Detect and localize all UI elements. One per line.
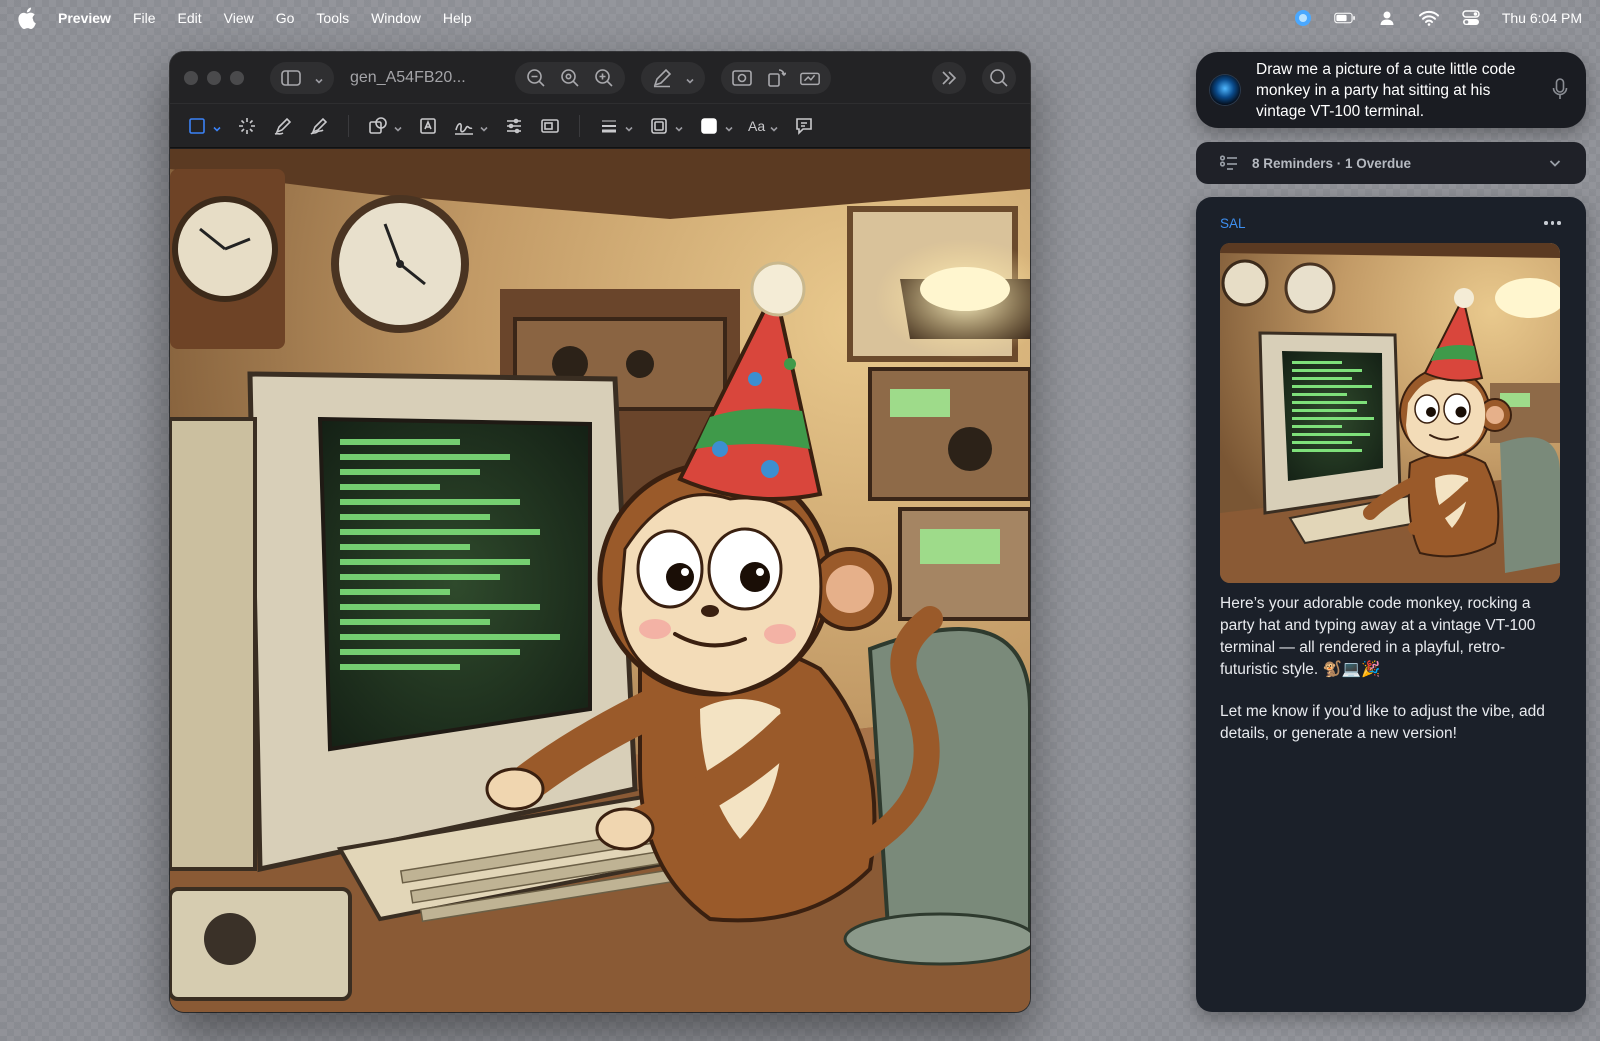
sidebar-toggle-button[interactable]	[270, 61, 334, 94]
menu-edit[interactable]: Edit	[178, 10, 202, 26]
more-options-icon[interactable]	[1544, 220, 1562, 226]
window-controls	[184, 70, 244, 85]
document-title[interactable]: gen_A54FB20...	[350, 69, 485, 87]
markup-toolbar: Aa	[170, 104, 1030, 148]
crop-image-icon[interactable]	[731, 67, 753, 89]
chevron-down-icon	[314, 73, 324, 84]
pen-markup-icon	[651, 67, 673, 89]
apple-logo-icon[interactable]	[18, 7, 40, 30]
control-center-icon[interactable]	[1460, 9, 1482, 27]
assistant-prompt-card: Draw me a picture of a cute little code …	[1196, 52, 1586, 128]
chevron-down-icon[interactable]	[769, 121, 779, 132]
sketch-tool-icon[interactable]	[272, 115, 294, 137]
assistant-prompt-text[interactable]: Draw me a picture of a cute little code …	[1256, 59, 1544, 122]
reply-paragraph: Here’s your adorable code monkey, rockin…	[1220, 595, 1536, 678]
generated-image-thumbnail[interactable]	[1220, 243, 1560, 583]
sign-icon[interactable]	[453, 115, 475, 137]
menu-help[interactable]: Help	[443, 10, 472, 26]
zoom-controls	[515, 61, 625, 94]
reminders-count: 8 Reminders · 1 Overdue	[1252, 155, 1412, 171]
shapes-icon[interactable]	[367, 115, 389, 137]
microphone-icon[interactable]	[1552, 78, 1572, 102]
chevron-down-icon[interactable]	[724, 121, 734, 132]
menu-go[interactable]: Go	[276, 10, 295, 26]
search-icon	[988, 67, 1010, 89]
menu-bar: Preview File Edit View Go Tools Window H…	[0, 0, 1600, 36]
signature-icon[interactable]	[799, 67, 821, 89]
battery-icon[interactable]	[1334, 9, 1356, 27]
double-chevron-right-icon	[938, 67, 960, 89]
assistant-reply-text: Here’s your adorable code monkey, rockin…	[1220, 593, 1562, 745]
zoom-window-button[interactable]	[230, 70, 244, 85]
draw-tool-icon[interactable]	[308, 115, 330, 137]
rotate-icon[interactable]	[765, 67, 787, 89]
adjust-size-icon[interactable]	[539, 115, 561, 137]
line-style-icon[interactable]	[598, 115, 620, 137]
close-window-button[interactable]	[184, 70, 198, 85]
window-titlebar: gen_A54FB20...	[170, 52, 1030, 104]
chevron-down-icon[interactable]	[212, 121, 222, 132]
toolbar-divider	[579, 114, 580, 137]
chevron-down-icon[interactable]	[1548, 156, 1562, 170]
fill-color-icon[interactable]	[698, 115, 720, 137]
image-tools	[721, 61, 831, 94]
assistant-orb-icon	[1210, 75, 1240, 105]
sender-name: SAL	[1220, 215, 1246, 231]
zoom-out-icon[interactable]	[525, 67, 547, 89]
chevron-down-icon[interactable]	[479, 121, 489, 132]
adjust-color-icon[interactable]	[503, 115, 525, 137]
preview-window: gen_A54FB20... Aa	[170, 52, 1030, 1012]
search-button[interactable]	[982, 61, 1016, 94]
wifi-icon[interactable]	[1418, 9, 1440, 27]
actual-size-icon[interactable]	[559, 67, 581, 89]
more-tools-button[interactable]	[932, 61, 966, 94]
menu-window[interactable]: Window	[371, 10, 421, 26]
user-icon[interactable]	[1376, 9, 1398, 27]
zoom-in-icon[interactable]	[593, 67, 615, 89]
border-color-icon[interactable]	[648, 115, 670, 137]
code-monkey-thumbnail-illustration	[1220, 243, 1560, 583]
chevron-down-icon[interactable]	[393, 121, 403, 132]
menubar-clock[interactable]: Thu 6:04 PM	[1502, 10, 1582, 26]
menu-tools[interactable]: Tools	[316, 10, 349, 26]
markup-toggle-button[interactable]	[641, 61, 705, 94]
selection-tool-icon[interactable]	[186, 115, 208, 137]
instant-alpha-icon[interactable]	[236, 115, 258, 137]
chevron-down-icon	[685, 73, 695, 84]
image-canvas[interactable]	[170, 149, 1030, 1012]
menu-file[interactable]: File	[133, 10, 156, 26]
chevron-down-icon[interactable]	[674, 121, 684, 132]
menu-view[interactable]: View	[224, 10, 254, 26]
sidebar-icon	[280, 67, 302, 89]
reply-paragraph: Let me know if you’d like to adjust the …	[1220, 703, 1545, 742]
minimize-window-button[interactable]	[207, 70, 221, 85]
menu-app-preview[interactable]: Preview	[58, 10, 111, 26]
text-style-button[interactable]: Aa	[748, 118, 765, 134]
reminders-summary[interactable]: 8 Reminders · 1 Overdue	[1196, 142, 1586, 184]
text-box-icon[interactable]	[417, 115, 439, 137]
reminders-list-icon	[1219, 155, 1238, 171]
assistant-reply-card: SAL Here’s your adorable code monkey, ro…	[1196, 197, 1586, 1012]
code-monkey-illustration	[170, 149, 1030, 1012]
note-bubble-icon[interactable]	[793, 115, 815, 137]
siri-orb-icon[interactable]	[1292, 9, 1314, 27]
toolbar-divider	[348, 114, 349, 137]
chevron-down-icon[interactable]	[624, 121, 634, 132]
